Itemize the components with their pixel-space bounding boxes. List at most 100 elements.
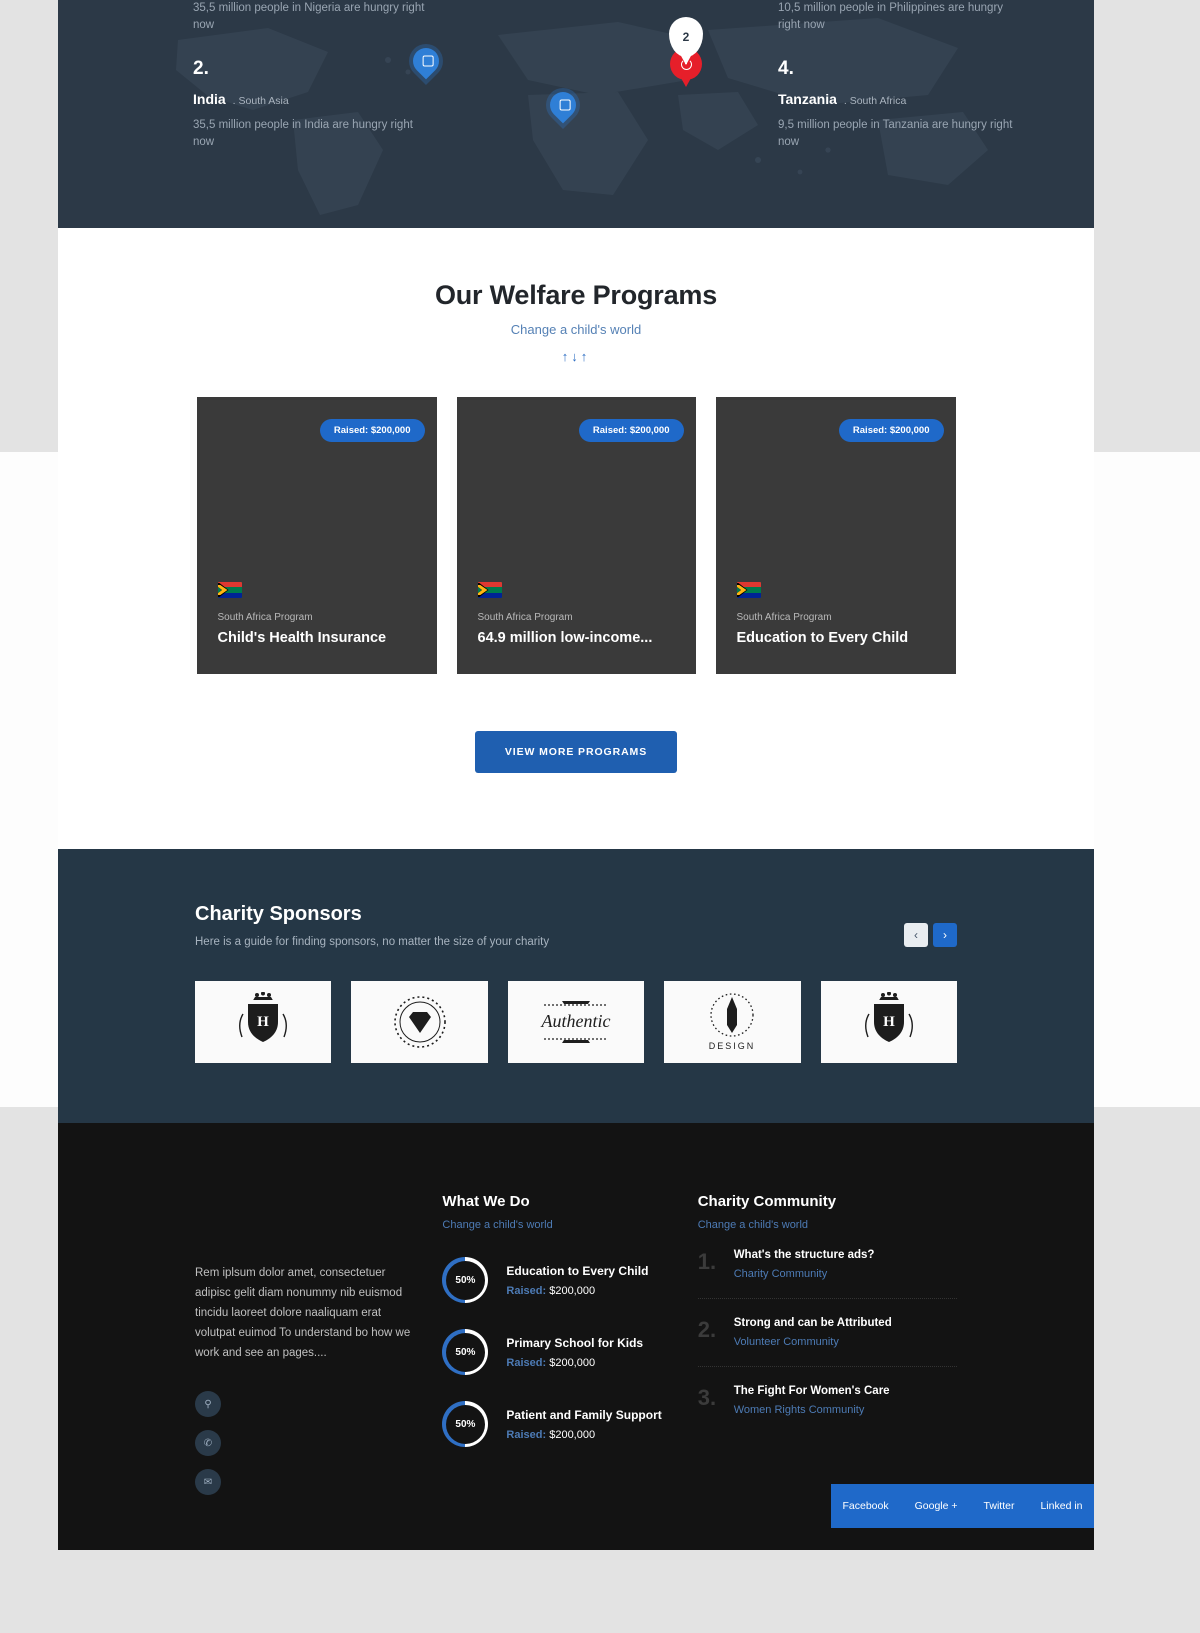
list-item-number: 1. bbox=[697, 1249, 717, 1274]
program-card-footer: South Africa Program 64.9 million low-in… bbox=[477, 582, 680, 646]
raised-label: Raised: bbox=[506, 1428, 547, 1441]
program-card-footer: South Africa Program Child's Health Insu… bbox=[217, 582, 421, 646]
twitter-link[interactable]: Twitter bbox=[984, 1500, 1015, 1512]
raised-value: $200,000 bbox=[546, 1356, 596, 1369]
map-country-tanzania: Tanzania bbox=[778, 91, 837, 107]
site-footer: Rem iplsum dolor amet, consectetuer adip… bbox=[58, 1123, 1094, 1550]
welfare-programs-section: Our Welfare Programs Change a child's wo… bbox=[58, 228, 1094, 849]
footer-social-bar: Facebook Google + Twitter Linked in bbox=[831, 1484, 1094, 1528]
charity-community-item[interactable]: 1. What's the structure ads? Charity Com… bbox=[697, 1231, 957, 1299]
hunger-map-section: 35,5 million people in Nigeria are hungr… bbox=[58, 0, 1094, 228]
svg-text:Authentic: Authentic bbox=[541, 1011, 611, 1031]
map-column-india: 2. India . South Asia 35,5 million people… bbox=[193, 58, 433, 151]
map-column-nigeria: 35,5 million people in Nigeria are hungr… bbox=[193, 0, 433, 34]
location-icon[interactable]: ⚲ bbox=[195, 1391, 221, 1417]
charity-community-heading: Charity Community bbox=[697, 1193, 837, 1210]
page-title: Our Welfare Programs bbox=[434, 280, 718, 310]
google-plus-link[interactable]: Google + bbox=[915, 1500, 958, 1512]
footer-grid: Rem iplsum dolor amet, consectetuer adip… bbox=[58, 1193, 1094, 1508]
what-we-do-item[interactable]: 50% Patient and Family Support Raised: $… bbox=[442, 1401, 697, 1447]
raised-value: $200,000 bbox=[546, 1284, 596, 1297]
program-kicker: South Africa Program bbox=[736, 612, 832, 623]
sponsor-logo-item[interactable]: Authentic bbox=[507, 981, 645, 1063]
sponsor-logo-item[interactable]: H bbox=[820, 981, 958, 1063]
charity-community-item-title: Strong and can be Attributed bbox=[733, 1317, 892, 1329]
sponsor-logo-list: H Authentic DESIGN H bbox=[195, 981, 958, 1063]
program-title: Education to Every Child bbox=[736, 630, 909, 646]
raised-value: $200,000 bbox=[546, 1428, 596, 1441]
progress-value: 50% bbox=[455, 1274, 476, 1286]
carousel-prev-button[interactable]: ‹ bbox=[904, 923, 928, 947]
map-desc-philippines: 10,5 million people in Philippines are h… bbox=[778, 2, 1004, 31]
crest-h-logo-icon: H bbox=[239, 992, 288, 1042]
status-badge: Raised: $200,000 bbox=[838, 419, 944, 442]
sponsor-logo-item[interactable]: H bbox=[195, 981, 332, 1063]
diamond-badge-logo-icon bbox=[393, 996, 446, 1048]
carousel-next-button[interactable]: › bbox=[933, 923, 957, 947]
mail-icon[interactable]: ✉ bbox=[195, 1469, 221, 1495]
map-desc-india: 35,5 million people in India are hungry … bbox=[193, 119, 413, 148]
what-we-do-item-raised: Raised: $200,000 bbox=[506, 1357, 643, 1369]
view-more-programs-button[interactable]: VIEW MORE PROGRAMS bbox=[474, 731, 678, 773]
footer-about-text: Rem iplsum dolor amet, consectetuer adip… bbox=[195, 1267, 411, 1359]
list-item-number: 2. bbox=[697, 1317, 717, 1342]
map-rank-india: 2. bbox=[193, 58, 209, 79]
charity-sponsors-section: Charity Sponsors Here is a guide for fin… bbox=[58, 849, 1094, 1123]
cta-container: VIEW MORE PROGRAMS bbox=[58, 731, 1094, 773]
sponsor-logo-item[interactable] bbox=[351, 981, 488, 1063]
list-item-number: 3. bbox=[697, 1385, 717, 1410]
section-subtitle: Change a child's world bbox=[510, 322, 642, 337]
what-we-do-item[interactable]: 50% Primary School for Kids Raised: $200… bbox=[442, 1329, 697, 1375]
map-region-india: . South Asia bbox=[232, 95, 289, 107]
charity-community-item-text: The Fight For Women's Care Women Rights … bbox=[734, 1385, 890, 1416]
what-we-do-item[interactable]: 50% Education to Every Child Raised: $20… bbox=[442, 1257, 697, 1303]
progress-value: 50% bbox=[455, 1346, 476, 1358]
program-card[interactable]: Raised: $200,000 South Africa Program Ch… bbox=[196, 397, 437, 674]
linkedin-link[interactable]: Linked in bbox=[1040, 1500, 1082, 1512]
charity-community-item-text: What's the structure ads? Charity Commun… bbox=[734, 1249, 875, 1280]
program-kicker: South Africa Program bbox=[217, 612, 313, 623]
charity-community-item-sub[interactable]: Women Rights Community bbox=[734, 1404, 890, 1416]
charity-community-item[interactable]: 2. Strong and can be Attributed Voluntee… bbox=[697, 1299, 957, 1367]
program-card[interactable]: Raised: $200,000 South Africa Program Ed… bbox=[715, 397, 956, 674]
program-title: Child's Health Insurance bbox=[217, 630, 387, 646]
what-we-do-item-raised: Raised: $200,000 bbox=[506, 1429, 661, 1441]
progress-ring: 50% bbox=[442, 1257, 489, 1303]
authentic-script-logo-icon: Authentic bbox=[541, 1001, 611, 1043]
raised-label: Raised: bbox=[506, 1356, 547, 1369]
south-africa-flag-icon bbox=[477, 582, 502, 598]
charity-community-item-sub[interactable]: Volunteer Community bbox=[734, 1336, 892, 1348]
crest-h-logo-alt-icon: H bbox=[864, 992, 913, 1042]
site-content: 35,5 million people in Nigeria are hungr… bbox=[58, 0, 1094, 1550]
svg-text:H: H bbox=[257, 1014, 269, 1030]
sponsors-inner: Charity Sponsors Here is a guide for fin… bbox=[58, 903, 1094, 1063]
map-desc-nigeria: 35,5 million people in Nigeria are hungr… bbox=[193, 2, 425, 31]
charity-community-item-sub[interactable]: Charity Community bbox=[734, 1268, 875, 1280]
south-africa-flag-icon bbox=[217, 582, 242, 598]
what-we-do-item-title: Education to Every Child bbox=[506, 1263, 649, 1278]
footer-charity-community-column: Charity Community Change a child's world… bbox=[697, 1193, 957, 1508]
arrows-divider-icon: ↑↓↑ bbox=[561, 349, 591, 364]
footer-contact-icons: ⚲ ✆ ✉ bbox=[195, 1391, 412, 1495]
program-card[interactable]: Raised: $200,000 South Africa Program 64… bbox=[456, 397, 696, 674]
charity-community-subheading: Change a child's world bbox=[697, 1219, 809, 1231]
what-we-do-item-raised: Raised: $200,000 bbox=[506, 1285, 648, 1297]
sponsor-logo-item[interactable]: DESIGN bbox=[664, 981, 801, 1063]
facebook-link[interactable]: Facebook bbox=[843, 1500, 889, 1512]
carousel-controls: ‹ › bbox=[904, 923, 957, 947]
map-region-tanzania: . South Africa bbox=[843, 95, 907, 107]
sponsors-subtitle: Here is a guide for finding sponsors, no… bbox=[195, 936, 550, 948]
pencil-design-logo-icon: DESIGN bbox=[709, 993, 755, 1051]
status-badge: Raised: $200,000 bbox=[578, 419, 684, 442]
what-we-do-item-title: Patient and Family Support bbox=[506, 1407, 662, 1422]
charity-community-item[interactable]: 3. The Fight For Women's Care Women Righ… bbox=[698, 1367, 957, 1434]
program-kicker: South Africa Program bbox=[477, 612, 573, 623]
footer-about-column: Rem iplsum dolor amet, consectetuer adip… bbox=[195, 1193, 442, 1508]
page-root: 35,5 million people in Nigeria are hungr… bbox=[0, 0, 1200, 1633]
phone-icon[interactable]: ✆ bbox=[195, 1430, 221, 1456]
status-badge: Raised: $200,000 bbox=[319, 419, 425, 442]
program-title: 64.9 million low-income... bbox=[477, 630, 653, 646]
program-card-list: Raised: $200,000 South Africa Program Ch… bbox=[58, 397, 1094, 674]
map-column-tanzania: 4. Tanzania . South Africa 9,5 million pe… bbox=[778, 58, 1018, 151]
map-column-philippines: 10,5 million people in Philippines are h… bbox=[778, 0, 1018, 34]
